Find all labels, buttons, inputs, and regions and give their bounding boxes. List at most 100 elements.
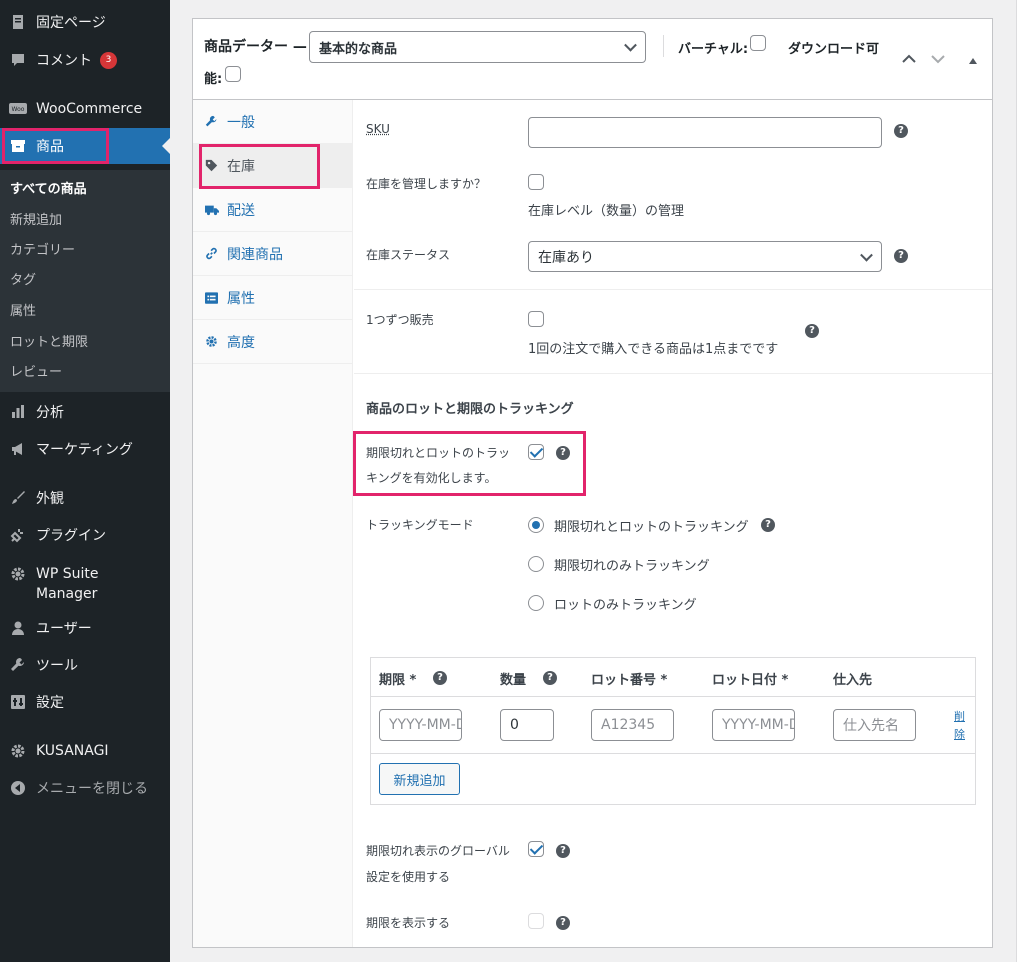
tab-label: 属性 xyxy=(227,290,255,307)
menu-label: ツール xyxy=(36,658,78,674)
menu-label: マーケティング xyxy=(36,442,133,458)
sku-input[interactable] xyxy=(528,117,882,148)
menu-item-pages[interactable]: 固定ページ xyxy=(0,4,170,40)
tab-linked-products[interactable]: 関連商品 xyxy=(193,232,352,276)
tab-advanced[interactable]: 高度 xyxy=(193,320,352,364)
virtual-checkbox[interactable] xyxy=(750,35,766,51)
tracking-mode-radio-expiry[interactable] xyxy=(528,556,544,572)
submenu-categories[interactable]: カテゴリー xyxy=(10,239,75,258)
product-data-panel: 商品データー — 基本的な商品 バーチャル: ダウンロード可 能: 一般 在庫 … xyxy=(192,18,993,948)
use-global-checkbox[interactable] xyxy=(528,841,544,857)
tab-shipping[interactable]: 配送 xyxy=(193,188,352,232)
help-icon[interactable]: ? xyxy=(556,844,570,858)
highlight-box xyxy=(353,431,586,496)
menu-item-wp-suite-manager[interactable]: WP Suite Manager xyxy=(0,562,170,606)
plugin-icon xyxy=(0,527,36,543)
collapse-icon xyxy=(0,780,36,796)
submenu-reviews[interactable]: レビュー xyxy=(10,361,62,380)
lot-date-input[interactable]: YYYY-MM-DD xyxy=(712,709,795,741)
menu-label: プラグイン xyxy=(36,528,106,544)
menu-item-comments[interactable]: コメント 3 xyxy=(0,42,170,78)
quantity-input[interactable]: 0 xyxy=(500,709,554,741)
help-icon[interactable]: ? xyxy=(894,249,908,263)
tracking-mode-option: 期限切れとロットのトラッキング xyxy=(554,520,749,535)
chevron-down-icon xyxy=(860,248,873,262)
product-data-tabs: 一般 在庫 配送 関連商品 属性 高度 xyxy=(193,100,353,947)
sku-label: SKU xyxy=(366,122,390,136)
wrench-icon xyxy=(205,115,227,128)
stock-status-select[interactable]: 在庫あり xyxy=(528,241,882,272)
page-icon xyxy=(0,14,36,30)
column-header-lot-date: ロット日付 * xyxy=(712,673,789,688)
gear-icon xyxy=(0,564,36,582)
menu-label: WP Suite Manager xyxy=(36,566,99,602)
stock-status-value: 在庫あり xyxy=(538,249,594,266)
downloadable-label: ダウンロード可 xyxy=(788,42,880,57)
show-expiry-checkbox[interactable] xyxy=(528,913,544,929)
menu-label: 分析 xyxy=(36,405,64,421)
menu-label: コメント xyxy=(36,53,92,69)
move-down-icon[interactable] xyxy=(930,53,946,67)
help-icon[interactable]: ? xyxy=(556,916,570,930)
submenu-tags[interactable]: タグ xyxy=(10,269,36,288)
panel-title: 商品データー — xyxy=(204,39,307,55)
menu-label: 設定 xyxy=(36,695,64,711)
tracking-mode-radio-both[interactable] xyxy=(528,517,544,533)
add-lot-button[interactable]: 新規追加 xyxy=(379,763,460,795)
menu-item-woocommerce[interactable]: Woo WooCommerce xyxy=(0,91,170,127)
menu-label: KUSANAGI xyxy=(36,743,109,759)
product-type-select[interactable]: 基本的な商品 xyxy=(309,31,646,63)
supplier-input[interactable]: 仕入先名 xyxy=(833,709,916,741)
divider xyxy=(354,289,992,290)
sold-individually-label: 1つずつ販売 xyxy=(366,313,434,327)
product-type-value: 基本的な商品 xyxy=(319,41,398,57)
tab-general[interactable]: 一般 xyxy=(193,100,352,144)
stock-status-label: 在庫ステータス xyxy=(366,248,451,262)
use-global-label: 期限切れ表示のグローバル xyxy=(366,844,510,858)
menu-item-users[interactable]: ユーザー xyxy=(0,610,170,646)
tab-attributes[interactable]: 属性 xyxy=(193,276,352,320)
help-icon[interactable]: ? xyxy=(894,124,908,138)
menu-item-kusanagi[interactable]: KUSANAGI xyxy=(0,733,170,769)
wrench-icon xyxy=(0,657,36,673)
column-header-supplier: 仕入先 xyxy=(833,673,873,688)
submenu-lots-expiry[interactable]: ロットと期限 xyxy=(10,331,88,350)
column-header-lot-number: ロット番号 * xyxy=(591,673,668,688)
delete-row-link[interactable]: 削除 xyxy=(954,708,968,744)
menu-item-collapse[interactable]: メニューを閉じる xyxy=(0,770,170,806)
gear-icon xyxy=(205,335,227,348)
manage-stock-checkbox[interactable] xyxy=(528,174,544,190)
expiry-input[interactable]: YYYY-MM-DD xyxy=(379,709,462,741)
highlight-box xyxy=(199,144,320,189)
help-icon[interactable]: ? xyxy=(805,324,819,338)
lot-table: 期限 * ? 数量 ? ロット番号 * ロット日付 * 仕入先 YYYY-MM-… xyxy=(370,657,976,805)
help-icon[interactable]: ? xyxy=(543,671,557,685)
tab-label: 一般 xyxy=(227,114,255,131)
menu-label: 外観 xyxy=(36,491,64,507)
svg-text:Woo: Woo xyxy=(12,106,25,113)
menu-item-plugins[interactable]: プラグイン xyxy=(0,517,170,553)
submenu-all-products[interactable]: すべての商品 xyxy=(10,178,87,197)
lot-number-input[interactable]: A12345 xyxy=(591,709,674,741)
help-icon[interactable]: ? xyxy=(761,518,775,532)
menu-item-analytics[interactable]: 分析 xyxy=(0,394,170,430)
chevron-down-icon xyxy=(624,38,637,52)
products-submenu: すべての商品 新規追加 カテゴリー タグ 属性 ロットと期限 レビュー xyxy=(0,170,170,392)
move-up-icon[interactable] xyxy=(901,53,917,67)
sold-individually-checkbox[interactable] xyxy=(528,311,544,327)
submenu-attributes[interactable]: 属性 xyxy=(10,300,36,319)
divider xyxy=(371,753,975,754)
toggle-panel-icon[interactable] xyxy=(968,54,978,68)
menu-item-tools[interactable]: ツール xyxy=(0,647,170,683)
comment-icon xyxy=(0,52,36,68)
help-icon[interactable]: ? xyxy=(433,671,447,685)
submenu-add-new[interactable]: 新規追加 xyxy=(10,209,62,228)
admin-sidebar: 固定ページ コメント 3 Woo WooCommerce 商品 すべての商品 新… xyxy=(0,0,170,962)
menu-item-appearance[interactable]: 外観 xyxy=(0,480,170,516)
right-column-edge xyxy=(1016,0,1024,962)
menu-item-marketing[interactable]: マーケティング xyxy=(0,431,170,467)
tracking-mode-radio-lot[interactable] xyxy=(528,595,544,611)
downloadable-checkbox[interactable] xyxy=(225,66,241,82)
show-expiry-label: 期限を表示する xyxy=(366,916,451,930)
menu-item-settings[interactable]: 設定 xyxy=(0,684,170,720)
